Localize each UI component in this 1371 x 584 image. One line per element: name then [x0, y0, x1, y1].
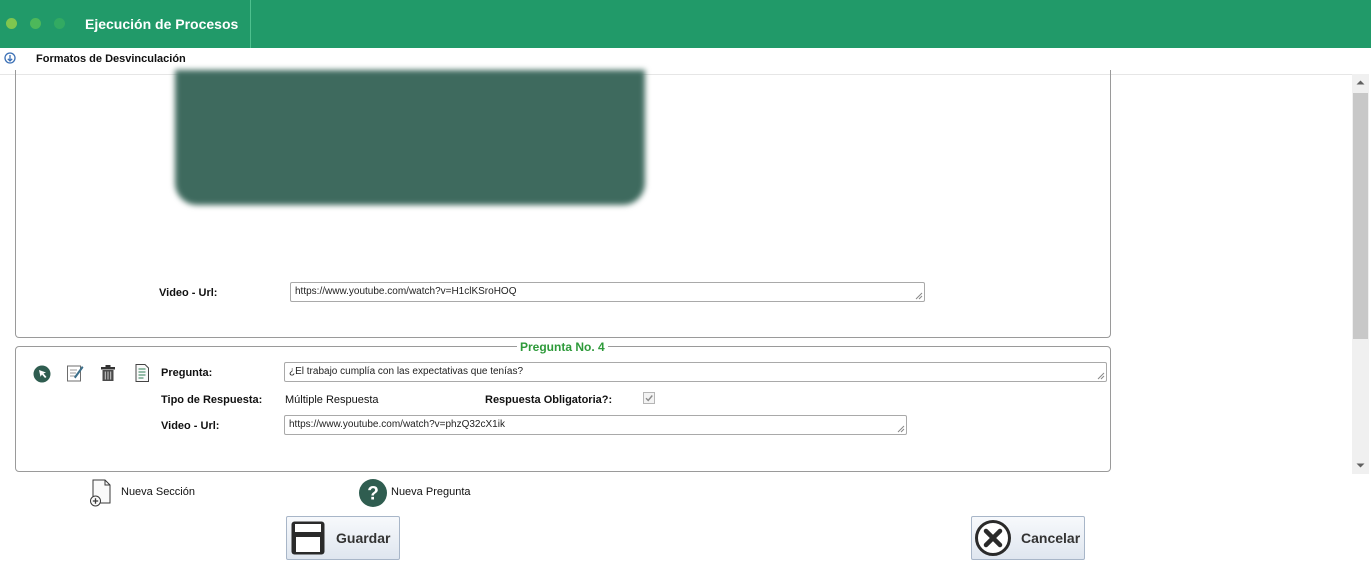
edit-icon[interactable] — [66, 363, 84, 383]
checkmark-icon — [645, 395, 653, 402]
help-icon[interactable]: ? — [358, 478, 388, 508]
scroll-down-arrow-icon[interactable] — [1352, 457, 1369, 474]
app-title: Ejecución de Procesos — [85, 16, 239, 32]
question-video-url-field[interactable]: https://www.youtube.com/watch?v=phzQ32cX… — [284, 415, 907, 435]
trash-icon[interactable] — [99, 363, 117, 383]
video-url-field[interactable]: https://www.youtube.com/watch?v=H1clKSro… — [290, 282, 925, 302]
guardar-button[interactable]: Guardar — [286, 516, 400, 560]
tipo-respuesta-label: Tipo de Respuesta: — [161, 394, 263, 406]
resize-grip-icon[interactable] — [915, 292, 923, 300]
respuesta-obligatoria-label: Respuesta Obligatoria?: — [485, 394, 613, 406]
title-bar: Ejecución de Procesos — [0, 0, 1371, 48]
respuesta-obligatoria-checkbox[interactable] — [643, 392, 655, 404]
nueva-pregunta-label[interactable]: Nueva Pregunta — [391, 486, 471, 498]
cancelar-label: Cancelar — [1021, 530, 1081, 546]
window-dot-icon[interactable] — [54, 18, 65, 29]
info-down-icon[interactable] — [4, 52, 16, 64]
tipo-respuesta-value: Múltiple Respuesta — [285, 394, 379, 406]
window-dot-icon[interactable] — [6, 18, 17, 29]
question-video-url-value: https://www.youtube.com/watch?v=phzQ32cX… — [289, 419, 505, 430]
video-url-value: https://www.youtube.com/watch?v=H1clKSro… — [295, 286, 517, 297]
video-thumbnail[interactable] — [175, 70, 645, 205]
pregunta-label: Pregunta: — [161, 367, 213, 379]
svg-text:?: ? — [367, 484, 379, 505]
resize-grip-icon[interactable] — [1097, 372, 1105, 380]
question-heading: Pregunta No. 4 — [517, 340, 608, 354]
window-dot-icon[interactable] — [30, 18, 41, 29]
scroll-up-arrow-icon[interactable] — [1352, 74, 1369, 91]
breadcrumb: Formatos de Desvinculación — [36, 53, 186, 65]
document-icon[interactable] — [133, 363, 151, 383]
cancelar-button[interactable]: Cancelar — [971, 516, 1085, 560]
guardar-label: Guardar — [336, 530, 391, 546]
question-video-url-label: Video - Url: — [161, 420, 220, 432]
pregunta-field[interactable]: ¿El trabajo cumplía con las expectativas… — [284, 362, 1107, 382]
nueva-seccion-label[interactable]: Nueva Sección — [121, 486, 195, 498]
pregunta-value: ¿El trabajo cumplía con las expectativas… — [289, 366, 524, 377]
cancel-icon — [975, 520, 1011, 556]
resize-grip-icon[interactable] — [897, 425, 905, 433]
video-url-label: Video - Url: — [159, 287, 218, 299]
cursor-icon[interactable] — [33, 363, 51, 383]
new-section-icon[interactable] — [89, 478, 115, 508]
scrollbar-thumb[interactable] — [1353, 93, 1368, 339]
title-divider — [250, 0, 251, 48]
save-icon — [291, 521, 325, 555]
